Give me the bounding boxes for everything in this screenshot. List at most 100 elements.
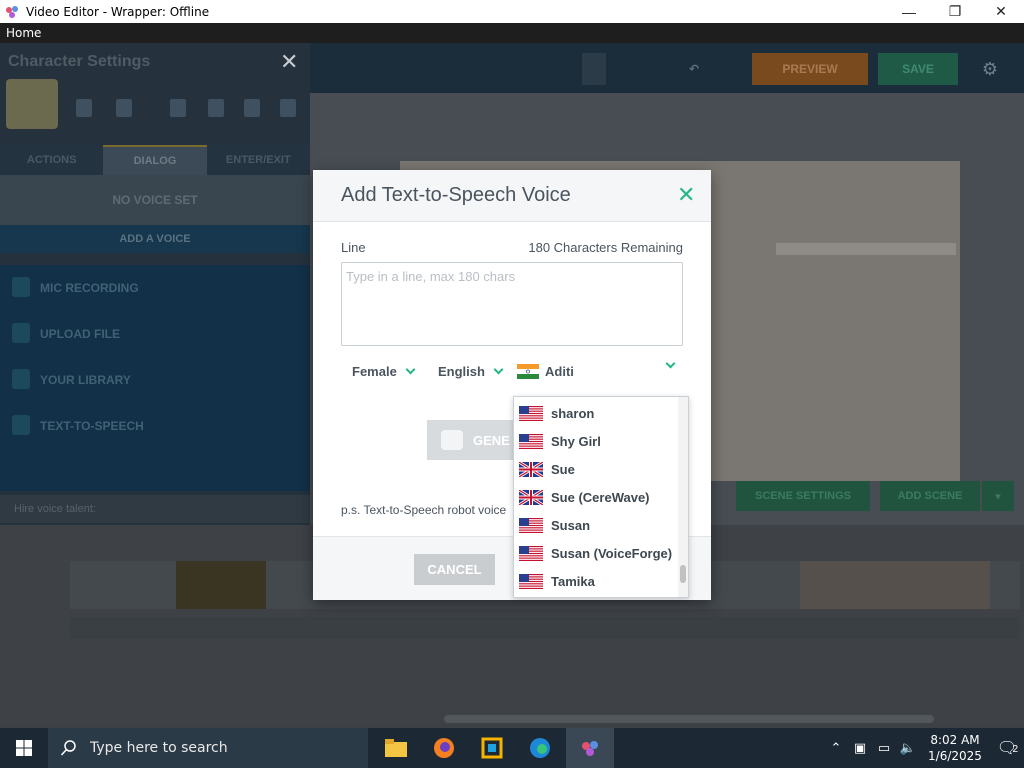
clock-date: 1/6/2025 (928, 749, 982, 763)
walk-tool-icon[interactable] (116, 99, 132, 117)
voice-option[interactable]: Sue (CereWave) (514, 483, 680, 511)
search-placeholder: Type here to search (90, 740, 228, 756)
tab-actions[interactable]: ACTIONS (0, 145, 103, 175)
character-settings-panel: Character Settings ✕ ACTIONS DIALOG ENTE… (0, 43, 310, 563)
upload-icon (12, 323, 30, 343)
voice-option[interactable]: Tamika (514, 567, 680, 595)
voice-option-upload[interactable]: UPLOAD FILE (40, 327, 120, 341)
preview-button[interactable]: PREVIEW (752, 53, 868, 85)
panel-title: Character Settings (8, 53, 151, 70)
character-avatar (6, 79, 58, 129)
chevron-down-icon (493, 364, 504, 375)
tab-enter-exit[interactable]: ENTER/EXIT (207, 145, 310, 175)
voice-select[interactable]: Aditi (517, 364, 677, 379)
flip-tool-icon[interactable] (170, 99, 186, 117)
add-scene-button[interactable]: ADD SCENE (880, 481, 980, 511)
line-label: Line (341, 240, 366, 255)
generate-label: GENE (473, 432, 510, 448)
settings-gear-icon[interactable]: ⚙ (976, 53, 1004, 85)
close-window-button[interactable]: ✕ (978, 0, 1024, 23)
network-icon[interactable]: ▣ (848, 740, 872, 756)
gender-value: Female (352, 364, 397, 379)
app-logo-icon (6, 5, 18, 18)
voice-option-label: Sue (CereWave) (551, 489, 650, 505)
window-title: Video Editor - Wrapper: Offline (26, 4, 210, 19)
scene-settings-button[interactable]: SCENE SETTINGS (736, 481, 870, 511)
voice-select-chevron[interactable] (663, 358, 676, 369)
layer-tool-icon[interactable] (208, 99, 224, 117)
generate-button[interactable]: GENE (427, 420, 517, 460)
uk-flag-icon (519, 489, 543, 505)
file-explorer-icon[interactable] (372, 728, 420, 768)
voice-option-mic[interactable]: MIC RECORDING (40, 281, 139, 295)
firefox-icon[interactable] (420, 728, 468, 768)
timeline-thumbnail[interactable] (800, 561, 990, 609)
panel-tabs: ACTIONS DIALOG ENTER/EXIT (0, 145, 310, 175)
voice-option-library[interactable]: YOUR LIBRARY (40, 373, 131, 387)
display-icon[interactable]: ▭ (872, 740, 896, 756)
line-input[interactable] (341, 262, 683, 346)
language-select[interactable]: English (438, 364, 504, 379)
dropdown-scrollbar[interactable] (680, 565, 686, 583)
notification-count: 2 (1012, 744, 1018, 755)
voice-dropdown[interactable]: sharon Shy Girl Sue Sue (CereWave) Susan Susa… (513, 396, 689, 598)
language-value: English (438, 364, 485, 379)
user-icon (12, 369, 30, 389)
chevron-down-icon (665, 358, 676, 369)
us-flag-icon (519, 517, 543, 533)
tts-note: p.s. Text-to-Speech robot voice (341, 503, 507, 517)
voice-option[interactable]: sharon (514, 399, 680, 427)
voice-option-label: Susan (VoiceForge) (551, 545, 673, 561)
copy-icon[interactable] (582, 53, 606, 85)
notification-icon[interactable]: 🗨 2 (990, 738, 1024, 758)
start-button[interactable] (0, 728, 48, 768)
undo-icon[interactable]: ↶ (682, 53, 706, 85)
modal-close-icon[interactable]: ✕ (677, 182, 695, 208)
voice-option-tts[interactable]: TEXT-TO-SPEECH (40, 419, 144, 433)
timeline-thumbnail[interactable] (176, 561, 266, 609)
taskbar: Type here to search ⌃ ▣ ▭ 🔈 8:02 AM 1/6/… (0, 728, 1024, 768)
panel-close-icon[interactable]: ✕ (280, 49, 298, 75)
voice-option[interactable]: Shy Girl (514, 427, 680, 455)
minimize-button[interactable]: — (886, 0, 932, 23)
tab-dialog[interactable]: DIALOG (103, 145, 207, 175)
us-flag-icon (519, 433, 543, 449)
copy-tool-icon[interactable] (76, 99, 92, 117)
trash-icon[interactable] (280, 99, 296, 117)
add-voice-header: ADD A VOICE (0, 225, 310, 253)
voice-option[interactable]: Sue (514, 455, 680, 483)
cancel-button[interactable]: CANCEL (414, 554, 495, 585)
timeline-scrollbar[interactable] (444, 715, 934, 723)
duplicate-tool-icon[interactable] (244, 99, 260, 117)
clock[interactable]: 8:02 AM 1/6/2025 (920, 732, 990, 764)
no-voice-status: NO VOICE SET (0, 175, 310, 225)
maximize-button[interactable]: ❐ (932, 0, 978, 23)
voice-option[interactable]: Susan (VoiceForge) (514, 539, 680, 567)
voice-option-label: Tamika (551, 573, 595, 589)
uk-flag-icon (519, 461, 543, 477)
voice-option-label: Shy Girl (551, 433, 601, 449)
room-shelf (776, 243, 956, 255)
menu-home[interactable]: Home (0, 26, 41, 40)
speech-icon (12, 415, 30, 435)
edge-icon[interactable] (516, 728, 564, 768)
hire-voice-talent: Hire voice talent: (0, 495, 310, 523)
app-window-icon[interactable] (468, 728, 516, 768)
add-scene-chevron-icon[interactable]: ▾ (982, 481, 1014, 511)
us-flag-icon (519, 573, 543, 589)
taskbar-search[interactable]: Type here to search (48, 728, 368, 768)
timeline-audio-track (70, 617, 1020, 639)
us-flag-icon (519, 545, 543, 561)
robot-icon (441, 430, 463, 450)
system-tray: ⌃ ▣ ▭ 🔈 8:02 AM 1/6/2025 🗨 2 (824, 728, 1024, 768)
windows-logo-icon (16, 740, 32, 756)
voice-option-label: Susan (551, 517, 591, 533)
video-editor-taskbar-icon[interactable] (566, 728, 614, 768)
speaker-muted-icon[interactable]: 🔈 (896, 740, 920, 756)
modal-title: Add Text-to-Speech Voice (341, 184, 571, 206)
gender-select[interactable]: Female (352, 364, 416, 379)
voice-option[interactable]: Susan (514, 511, 680, 539)
chevron-up-icon[interactable]: ⌃ (824, 740, 848, 756)
save-button[interactable]: SAVE (878, 53, 958, 85)
voice-option-label: sharon (551, 405, 595, 421)
